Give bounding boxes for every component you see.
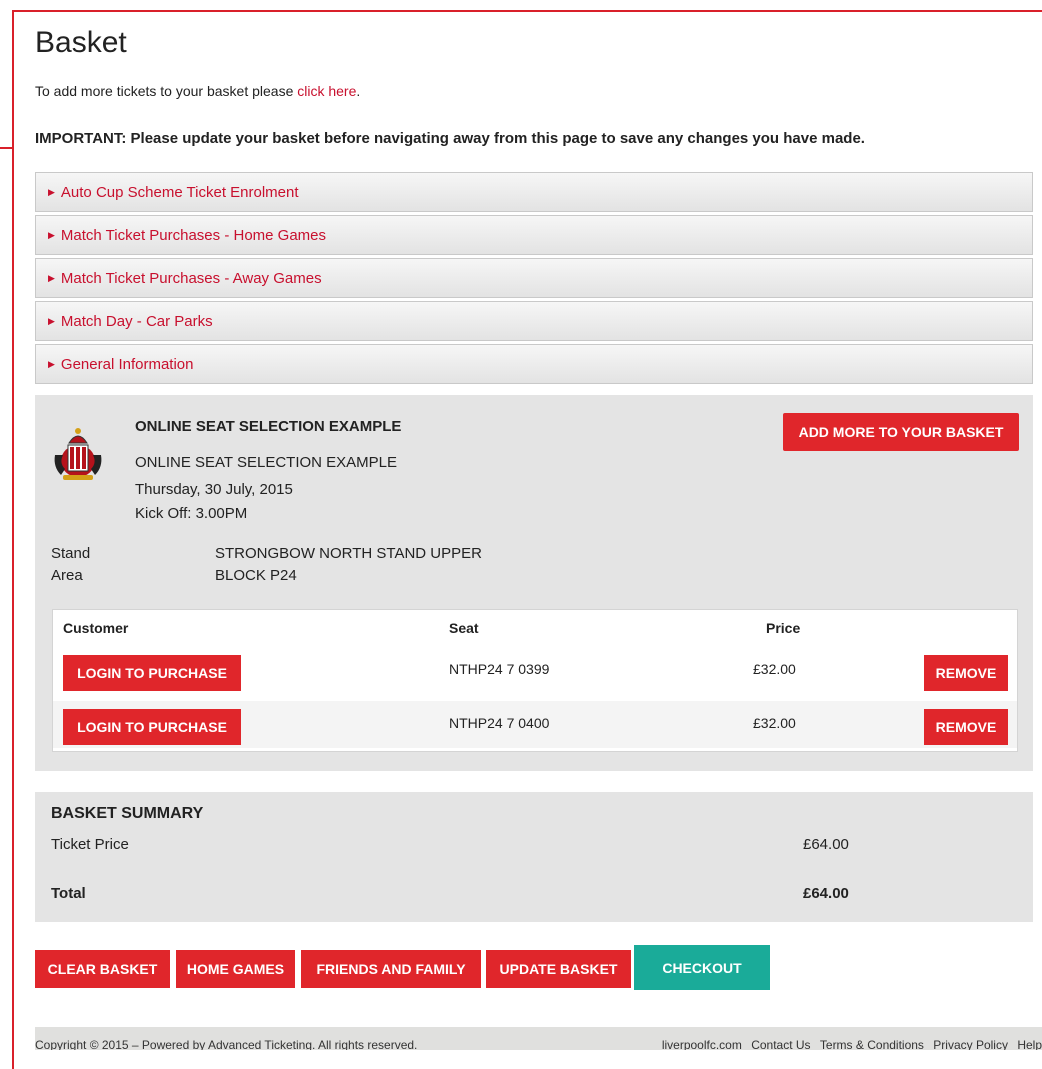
frame-tick [0, 147, 12, 149]
caret-right-icon: ▶ [48, 229, 55, 240]
frame-left-border [12, 10, 14, 1069]
add-more-button[interactable]: ADD MORE TO YOUR BASKET [783, 413, 1019, 451]
summary-heading: BASKET SUMMARY [51, 805, 204, 822]
footer-link-privacy[interactable]: Privacy Policy [933, 1038, 1008, 1050]
info-accordion: ▶ Auto Cup Scheme Ticket Enrolment ▶ Mat… [35, 172, 1033, 387]
accordion-home-games[interactable]: ▶ Match Ticket Purchases - Home Games [35, 215, 1033, 255]
caret-right-icon: ▶ [48, 272, 55, 283]
footer-link-contact[interactable]: Contact Us [751, 1038, 810, 1050]
caret-right-icon: ▶ [48, 186, 55, 197]
footer-link-liverpoolfc[interactable]: liverpoolfc.com [662, 1038, 742, 1050]
page-footer: Copyright © 2015 – Powered by Advanced T… [35, 1027, 1042, 1050]
checkout-button[interactable]: CHECKOUT [634, 945, 770, 990]
match-date: Thursday, 30 July, 2015 [135, 481, 293, 498]
basket-summary: BASKET SUMMARY Ticket Price £64.00 Total… [35, 792, 1033, 922]
column-header-seat: Seat [449, 620, 479, 636]
login-to-purchase-button[interactable]: LOGIN TO PURCHASE [63, 655, 241, 691]
match-heading: ONLINE SEAT SELECTION EXAMPLE [135, 418, 402, 435]
copyright-text: Copyright © 2015 – Powered by Advanced T… [35, 1038, 418, 1050]
intro-text-start: To add more tickets to your basket pleas… [35, 83, 298, 99]
accordion-general-info[interactable]: ▶ General Information [35, 344, 1033, 384]
remove-button[interactable]: REMOVE [924, 655, 1008, 691]
accordion-label: Match Ticket Purchases - Away Games [60, 269, 322, 287]
home-games-button[interactable]: HOME GAMES [176, 950, 295, 988]
ticket-price-label: Ticket Price [51, 836, 129, 853]
clear-basket-button[interactable]: CLEAR BASKET [35, 950, 170, 988]
seat-value: NTHP24 7 0399 [449, 661, 550, 677]
table-row: LOGIN TO PURCHASE NTHP24 7 0399 £32.00 R… [53, 647, 1017, 694]
area-label: Area [51, 567, 83, 584]
seat-value: NTHP24 7 0400 [449, 715, 550, 731]
match-kickoff: Kick Off: 3.00PM [135, 505, 248, 522]
ticket-price-value: £64.00 [803, 836, 849, 853]
column-header-customer: Customer [63, 620, 129, 636]
match-name: ONLINE SEAT SELECTION EXAMPLE [135, 454, 398, 471]
table-row: LOGIN TO PURCHASE NTHP24 7 0400 £32.00 R… [53, 701, 1017, 748]
seat-table: Customer Seat Price LOGIN TO PURCHASE NT… [52, 609, 1018, 752]
page-title: Basket [35, 26, 127, 59]
accordion-car-parks[interactable]: ▶ Match Day - Car Parks [35, 301, 1033, 341]
stand-value: STRONGBOW NORTH STAND UPPER [215, 545, 482, 562]
friends-and-family-button[interactable]: FRIENDS AND FAMILY [301, 950, 481, 988]
login-to-purchase-button[interactable]: LOGIN TO PURCHASE [63, 709, 241, 745]
price-value: £32.00 [753, 661, 796, 677]
area-value: BLOCK P24 [215, 567, 297, 584]
total-value: £64.00 [803, 885, 849, 902]
frame-top-border [12, 10, 1042, 12]
column-header-price: Price [766, 620, 801, 636]
basket-actions: CLEAR BASKET HOME GAMES FRIENDS AND FAMI… [35, 945, 1033, 990]
accordion-auto-cup[interactable]: ▶ Auto Cup Scheme Ticket Enrolment [35, 172, 1033, 212]
update-basket-button[interactable]: UPDATE BASKET [486, 950, 631, 988]
footer-link-terms[interactable]: Terms & Conditions [820, 1038, 924, 1050]
caret-right-icon: ▶ [48, 358, 55, 369]
intro-text-end: . [356, 83, 361, 99]
footer-links: liverpoolfc.com Contact Us Terms & Condi… [656, 1038, 1042, 1050]
accordion-label: General Information [60, 355, 194, 373]
club-crest-icon [54, 428, 102, 480]
important-notice: IMPORTANT: Please update your basket bef… [35, 130, 865, 147]
accordion-label: Match Ticket Purchases - Home Games [60, 226, 327, 244]
accordion-label: Match Day - Car Parks [60, 312, 213, 330]
intro-text: To add more tickets to your basket pleas… [35, 83, 360, 99]
accordion-label: Auto Cup Scheme Ticket Enrolment [60, 183, 299, 201]
stand-label: Stand [51, 545, 91, 562]
total-label: Total [51, 885, 86, 902]
price-value: £32.00 [753, 715, 796, 731]
footer-link-help[interactable]: Help [1017, 1038, 1042, 1050]
accordion-away-games[interactable]: ▶ Match Ticket Purchases - Away Games [35, 258, 1033, 298]
click-here-link[interactable]: click here [297, 83, 356, 99]
remove-button[interactable]: REMOVE [924, 709, 1008, 745]
match-panel: ONLINE SEAT SELECTION EXAMPLE ONLINE SEA… [35, 395, 1033, 771]
caret-right-icon: ▶ [48, 315, 55, 326]
